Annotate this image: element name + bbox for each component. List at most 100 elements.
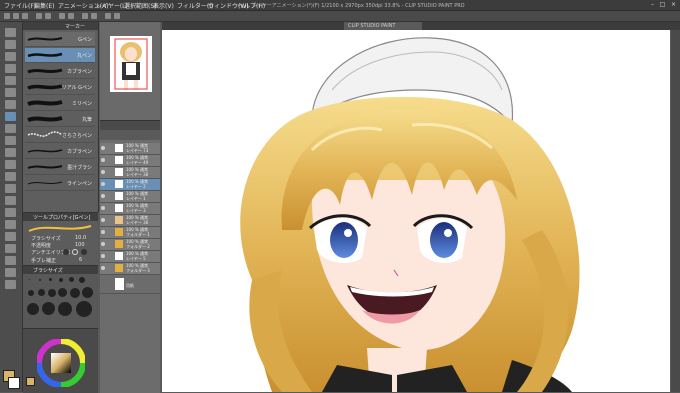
figure-tool-icon[interactable] (5, 220, 16, 229)
gradient-tool-icon[interactable] (5, 208, 16, 217)
layer-row-paper[interactable]: 用紙 (100, 275, 160, 294)
eyedropper-tool-icon[interactable] (5, 100, 16, 109)
clear-icon[interactable] (59, 13, 65, 19)
close-icon[interactable]: × (669, 1, 678, 8)
save-icon[interactable] (22, 13, 28, 19)
pencil-tool-icon[interactable] (5, 124, 16, 133)
drawing-canvas[interactable] (162, 30, 670, 392)
brush-size-preset[interactable] (70, 288, 80, 298)
layer-row[interactable]: 100 % 通常 フォルダー 1 (100, 227, 160, 239)
visibility-eye-icon[interactable] (101, 242, 105, 246)
redo-icon[interactable] (45, 13, 51, 19)
layer-row[interactable]: 100 % 通常 フォルダー 2 (100, 239, 160, 251)
brush-item[interactable]: さらさらペン (25, 128, 95, 143)
layer-row[interactable]: 100 % 通常 レイヤー 38 (100, 167, 160, 179)
eraser-tool-icon[interactable] (5, 172, 16, 181)
brush-size-preset[interactable] (29, 279, 30, 280)
visibility-eye-icon[interactable] (101, 218, 105, 222)
layer-row[interactable]: 100 % 通常 レイヤー 3 (100, 203, 160, 215)
ruler-snap-icon[interactable] (114, 13, 120, 19)
operation-tool-icon[interactable] (5, 52, 16, 61)
auto-select-tool-icon[interactable] (5, 88, 16, 97)
opacity-value[interactable]: 100 (75, 242, 85, 248)
brush-size-preset[interactable] (38, 289, 45, 296)
layer-row[interactable]: 100 % 通常 レイヤー 49 (100, 155, 160, 167)
navigator-thumbnail[interactable] (110, 36, 152, 92)
brush-item[interactable]: Gペン (25, 32, 95, 47)
minimize-icon[interactable]: – (648, 1, 657, 8)
color-wheel[interactable] (37, 339, 85, 387)
brush-size-preset[interactable] (76, 301, 92, 317)
blend-tool-icon[interactable] (5, 184, 16, 193)
new-file-icon[interactable] (4, 13, 10, 19)
frame-tool-icon[interactable] (5, 232, 16, 241)
brush-tool-icon[interactable] (5, 136, 16, 145)
menu-file[interactable]: ファイル(F) (4, 1, 36, 10)
brush-item[interactable]: カブラペン (25, 64, 95, 79)
airbrush-tool-icon[interactable] (5, 148, 16, 157)
visibility-eye-icon[interactable] (101, 230, 105, 234)
brush-size-preset[interactable] (28, 290, 34, 296)
brush-size-preset[interactable] (58, 288, 67, 297)
deselect-icon[interactable] (82, 13, 88, 19)
visibility-eye-icon[interactable] (101, 266, 105, 270)
current-color-swatch[interactable] (26, 377, 35, 386)
antialias-strong-option[interactable] (81, 249, 87, 255)
sub-color-swatch[interactable] (8, 377, 20, 389)
brush-item[interactable]: ラインペン (25, 176, 95, 191)
selection-tool-icon[interactable] (5, 76, 16, 85)
brush-item[interactable]: カブラペン (25, 144, 95, 159)
snap-icon[interactable] (105, 13, 111, 19)
maximize-icon[interactable]: □ (658, 1, 667, 8)
visibility-eye-icon[interactable] (101, 170, 105, 174)
brush-size-preset[interactable] (42, 302, 55, 315)
layer-row[interactable]: 100 % 通常 レイヤー 73 (100, 143, 160, 155)
brush-item[interactable]: ミリペン (25, 96, 95, 111)
brush-item[interactable]: リアル Gペン (25, 80, 95, 95)
transform-icon[interactable] (68, 13, 74, 19)
brush-size-preset[interactable] (39, 279, 41, 281)
visibility-eye-icon[interactable] (101, 206, 105, 210)
brush-size-preset[interactable] (49, 278, 52, 281)
layer-row[interactable]: 100 % 通常 フォルダー 3 (100, 263, 160, 275)
menu-view[interactable]: 表示(V) (153, 1, 174, 10)
brush-size-value[interactable]: 10.0 (75, 235, 86, 241)
canvas-vertical-scrollbar[interactable] (671, 30, 680, 392)
zoom-tool-icon[interactable] (5, 28, 16, 37)
ruler-tool-icon[interactable] (5, 244, 16, 253)
brush-item[interactable]: 丸筆 (25, 112, 95, 127)
brush-item[interactable]: 墨汁ブラシ (25, 160, 95, 175)
fill-tool-icon[interactable] (5, 196, 16, 205)
text-tool-icon[interactable] (5, 256, 16, 265)
brush-size-preset[interactable] (27, 303, 39, 315)
move-layer-tool-icon[interactable] (5, 64, 16, 73)
brush-size-preset[interactable] (59, 278, 63, 282)
decoration-tool-icon[interactable] (5, 160, 16, 169)
brush-size-preset[interactable] (48, 289, 56, 297)
layer-row-selected[interactable]: 100 % 通常 レイヤー 2 (100, 179, 160, 191)
visibility-eye-icon[interactable] (101, 254, 105, 258)
undo-icon[interactable] (36, 13, 42, 19)
stabilization-value[interactable]: 6 (79, 257, 82, 263)
pen-tool-icon[interactable] (5, 112, 16, 121)
invert-selection-icon[interactable] (91, 13, 97, 19)
balloon-tool-icon[interactable] (5, 268, 16, 277)
layer-row[interactable]: 100 % 通常 レイヤー 1 (100, 191, 160, 203)
brush-size-preset[interactable] (79, 277, 85, 283)
layer-row[interactable]: 100 % 通常 レイヤー 5 (100, 251, 160, 263)
brush-size-preset[interactable] (82, 287, 93, 298)
layer-row[interactable]: 100 % 通常 レイヤー 36 (100, 215, 160, 227)
menu-edit[interactable]: 編集(E) (34, 1, 54, 10)
brush-size-preset[interactable] (58, 302, 72, 316)
open-file-icon[interactable] (13, 13, 19, 19)
menu-select[interactable]: 選択範囲(S) (124, 1, 157, 10)
antialias-weak-option[interactable] (72, 249, 78, 255)
brush-item-selected[interactable]: 丸ペン (25, 48, 95, 63)
visibility-eye-icon[interactable] (101, 158, 105, 162)
brush-size-preset[interactable] (69, 277, 74, 282)
move-tool-icon[interactable] (5, 40, 16, 49)
visibility-eye-icon[interactable] (101, 194, 105, 198)
visibility-eye-icon[interactable] (101, 146, 105, 150)
visibility-eye-icon[interactable] (101, 182, 105, 186)
antialias-none-option[interactable] (63, 249, 69, 255)
